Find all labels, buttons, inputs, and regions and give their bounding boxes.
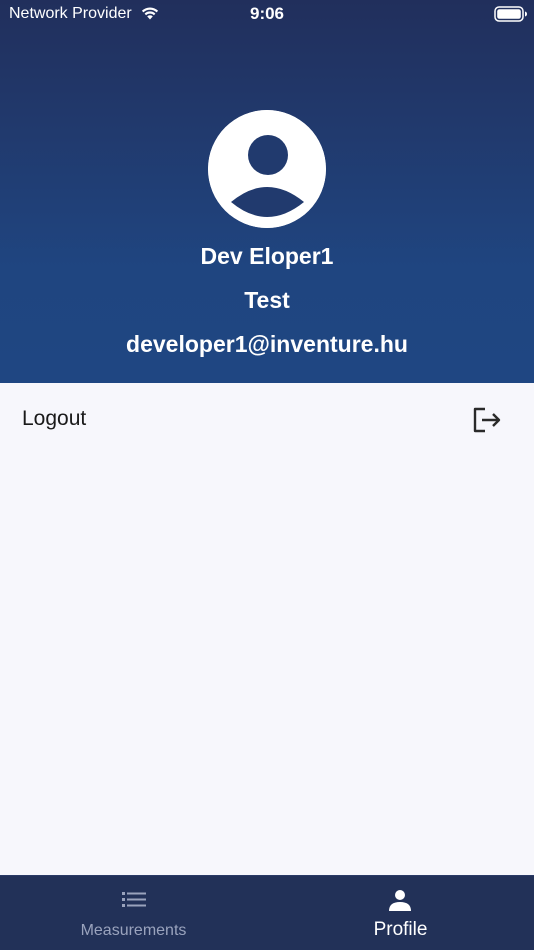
user-email: developer1@inventure.hu: [126, 331, 408, 357]
tab-measurements-label: Measurements: [80, 922, 187, 939]
user-name: Dev Eloper1: [200, 243, 334, 269]
tab-bar: Measurements Profile: [0, 875, 534, 950]
list-icon: [122, 892, 146, 907]
tab-profile-label: Profile: [373, 919, 428, 940]
battery-icon: [494, 6, 527, 22]
status-time: 9:06: [249, 4, 285, 23]
avatar: [208, 110, 326, 228]
person-icon: [208, 110, 326, 228]
status-bar: Network Provider 9:06: [0, 0, 534, 28]
logout-label: Logout: [22, 407, 87, 430]
tab-profile[interactable]: Profile: [267, 876, 534, 950]
user-organization: Test: [244, 287, 290, 313]
person-icon: [389, 890, 411, 911]
tab-measurements[interactable]: Measurements: [0, 876, 267, 950]
logout-button[interactable]: Logout: [0, 383, 534, 455]
profile-header: Network Provider 9:06 Dev Eloper1 Test d…: [0, 0, 534, 383]
logout-icon[interactable]: [472, 407, 502, 433]
